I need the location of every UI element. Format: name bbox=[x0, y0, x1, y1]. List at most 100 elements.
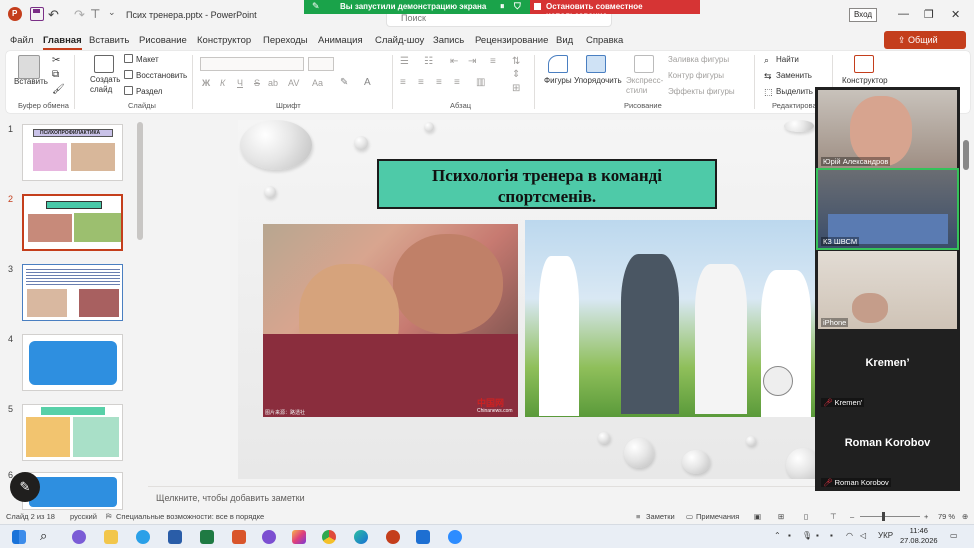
italic-button[interactable]: К bbox=[220, 78, 225, 88]
copy-icon[interactable]: ⧉ bbox=[52, 69, 59, 80]
zoom-slider-thumb[interactable] bbox=[882, 512, 885, 521]
slide-thumbnail-1[interactable]: ПСИХОПРОФИЛАКТИКА bbox=[22, 124, 123, 181]
align-left-icon[interactable]: ≡ bbox=[400, 77, 406, 88]
minimize-icon[interactable]: — bbox=[898, 8, 909, 20]
scroll-thumb[interactable] bbox=[963, 140, 969, 170]
tab-view[interactable]: Вид bbox=[556, 35, 573, 46]
telegram-icon[interactable] bbox=[136, 530, 150, 544]
fit-to-window-icon[interactable]: ⊕ bbox=[962, 512, 968, 521]
notifications-icon[interactable]: ▭ bbox=[950, 531, 958, 540]
tab-review[interactable]: Рецензирование bbox=[475, 35, 548, 46]
shadow-button[interactable]: ab bbox=[268, 78, 278, 88]
save-icon[interactable] bbox=[30, 7, 44, 21]
edge-icon[interactable] bbox=[354, 530, 368, 544]
numbering-icon[interactable]: ☷ bbox=[424, 56, 433, 67]
shapes-button[interactable]: Фигуры bbox=[544, 76, 572, 85]
microphone-icon[interactable]: 🎙︎ bbox=[802, 531, 812, 540]
new-slide-button[interactable]: Создать слайд bbox=[90, 75, 120, 95]
slideshow-icon[interactable]: ⊤ bbox=[830, 512, 837, 521]
slide-canvas[interactable]: Психологія тренера в команді спортсменів… bbox=[238, 120, 816, 479]
shapes-icon[interactable] bbox=[548, 55, 568, 73]
indent-decrease-icon[interactable]: ⇤ bbox=[450, 56, 458, 67]
cut-icon[interactable]: ✂ bbox=[52, 55, 60, 66]
tray-app-icon[interactable]: ▪ bbox=[830, 531, 833, 540]
slide-thumbnail-5[interactable] bbox=[22, 404, 123, 461]
line-spacing-icon[interactable]: ≡ bbox=[490, 56, 496, 67]
change-case-button[interactable]: Aa bbox=[312, 78, 323, 88]
font-family-select[interactable] bbox=[200, 57, 304, 71]
replace-button[interactable]: Заменить bbox=[776, 71, 812, 80]
slide-thumbnail-4[interactable] bbox=[22, 334, 123, 391]
slide-thumbnail-3[interactable] bbox=[22, 264, 123, 321]
slide-sorter-icon[interactable]: ⊞ bbox=[778, 512, 784, 521]
find-icon[interactable]: ⌕ bbox=[764, 55, 769, 66]
quick-styles-button[interactable]: Экспресс-стили bbox=[626, 76, 663, 96]
tab-slideshow[interactable]: Слайд-шоу bbox=[375, 35, 424, 46]
designer-button[interactable]: Конструктор bbox=[842, 76, 888, 85]
file-explorer-icon[interactable] bbox=[104, 530, 118, 544]
tab-file[interactable]: Файл bbox=[10, 35, 33, 46]
present-from-start-icon[interactable]: ⊤ bbox=[90, 7, 104, 21]
format-painter-icon[interactable]: 🖌 bbox=[52, 84, 65, 95]
comments-toggle[interactable]: Примечания bbox=[696, 512, 739, 521]
tab-home[interactable]: Главная bbox=[43, 35, 82, 50]
underline-button[interactable]: Ч bbox=[237, 78, 243, 88]
language-indicator[interactable]: русский bbox=[70, 512, 97, 521]
bullets-icon[interactable]: ☰ bbox=[400, 56, 409, 67]
align-center-icon[interactable]: ≡ bbox=[418, 77, 424, 88]
new-slide-icon[interactable] bbox=[94, 55, 114, 73]
teams-icon[interactable] bbox=[72, 530, 86, 544]
font-color-icon[interactable]: A bbox=[364, 77, 371, 88]
paste-button[interactable]: Вставить bbox=[14, 77, 48, 86]
zoom-out-icon[interactable]: – bbox=[850, 512, 854, 521]
tray-app-icon[interactable]: ▪ bbox=[788, 531, 791, 540]
restore-icon[interactable]: ❐ bbox=[924, 8, 934, 21]
viber-icon[interactable] bbox=[262, 530, 276, 544]
undo-icon[interactable]: ↶ bbox=[48, 7, 62, 22]
normal-view-icon[interactable]: ▣ bbox=[754, 512, 761, 521]
stop-sharing-button[interactable]: Остановить совместное использование bbox=[530, 0, 700, 20]
zoom-icon[interactable] bbox=[448, 530, 462, 544]
arrange-icon[interactable] bbox=[586, 55, 606, 73]
select-icon[interactable]: ⬚ bbox=[764, 87, 773, 98]
redo-icon[interactable]: ↷ bbox=[74, 7, 88, 22]
shape-outline-button[interactable]: Контур фигуры bbox=[668, 71, 724, 80]
participant-tile-3[interactable]: iPhone bbox=[818, 251, 957, 329]
align-right-icon[interactable]: ≡ bbox=[436, 77, 442, 88]
strikethrough-button[interactable]: S bbox=[254, 78, 260, 88]
thumbnails-scrollbar[interactable] bbox=[137, 122, 143, 240]
replace-icon[interactable]: ⇆ bbox=[764, 71, 772, 82]
layout-button[interactable]: Макет bbox=[136, 55, 159, 64]
coach-hugging-gymnast-photo[interactable]: 中国网 Chinanews.com 图片来源：路透社 bbox=[263, 224, 518, 417]
bold-button[interactable]: Ж bbox=[202, 78, 210, 88]
zoom-slider[interactable] bbox=[860, 516, 920, 517]
justify-icon[interactable]: ≡ bbox=[454, 77, 460, 88]
reading-view-icon[interactable]: ▯ bbox=[804, 512, 808, 521]
shape-effects-button[interactable]: Эффекты фигуры bbox=[668, 87, 735, 96]
tab-record[interactable]: Запись bbox=[433, 35, 464, 46]
find-button[interactable]: Найти bbox=[776, 55, 799, 64]
system-clock[interactable]: 11:46 27.08.2026 bbox=[900, 526, 938, 546]
notes-pane[interactable]: Щелкните, чтобы добавить заметки bbox=[148, 486, 816, 508]
participant-tile-4[interactable]: Kremen’ 🎤︎ Kremen' bbox=[818, 331, 957, 409]
font-size-select[interactable] bbox=[308, 57, 334, 71]
character-spacing-button[interactable]: AV bbox=[288, 78, 299, 88]
share-pause-icon[interactable]: ⏸ bbox=[500, 1, 505, 12]
share-shield-icon[interactable]: ⛉ bbox=[514, 1, 521, 12]
chrome-icon[interactable] bbox=[322, 530, 336, 544]
shape-fill-button[interactable]: Заливка фигуры bbox=[668, 55, 729, 64]
tab-draw[interactable]: Рисование bbox=[139, 35, 187, 46]
participant-tile-2[interactable]: КЗ ШВСМ bbox=[816, 168, 959, 250]
customize-qat-chevron-icon[interactable]: ⌄ bbox=[108, 7, 122, 21]
word-icon[interactable] bbox=[168, 530, 182, 544]
columns-icon[interactable]: ▥ bbox=[476, 77, 485, 88]
close-icon[interactable]: ✕ bbox=[951, 8, 960, 21]
indent-increase-icon[interactable]: ⇥ bbox=[468, 56, 476, 67]
arrange-button[interactable]: Упорядочить bbox=[574, 76, 622, 85]
tab-help[interactable]: Справка bbox=[586, 35, 623, 46]
slide-scrollbar[interactable] bbox=[802, 122, 812, 478]
wifi-icon[interactable]: ◠ bbox=[846, 531, 853, 540]
pen-icon[interactable]: ✎ bbox=[10, 472, 40, 502]
slide-title[interactable]: Психологія тренера в команді спортсменів… bbox=[377, 159, 717, 209]
accessibility-status[interactable]: Специальные возможности: все в порядке bbox=[116, 512, 264, 521]
